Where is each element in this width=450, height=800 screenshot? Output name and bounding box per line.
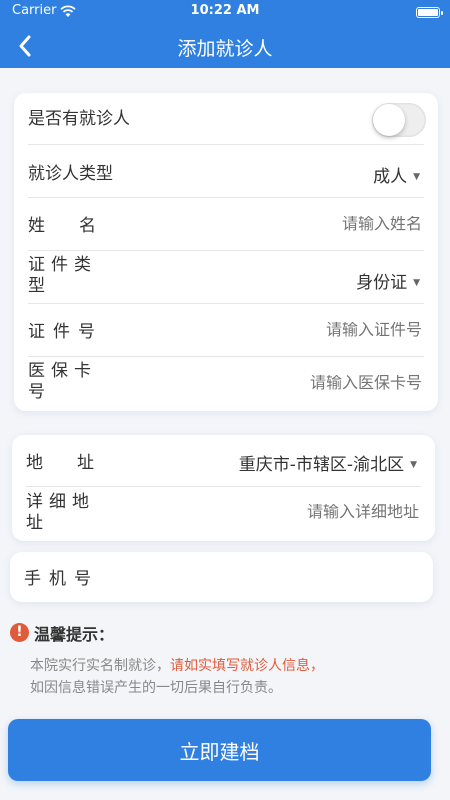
status-time: 10:22 AM (190, 3, 260, 18)
insurance-card-label: 医保卡号 (28, 361, 97, 402)
battery-icon (416, 7, 443, 18)
tips-text-prefix: 本院实行实名制就诊， (30, 658, 170, 674)
address-card: 地址 重庆市-市辖区-渝北区 ▼ 详细地址 (12, 435, 435, 541)
phone-card: 手机号 (10, 552, 433, 602)
battery-fill (418, 9, 438, 16)
id-type-row[interactable]: 证件类型 身份证 ▼ (14, 251, 438, 304)
address-detail-row: 详细地址 (12, 487, 435, 541)
name-label: 姓名 (28, 216, 130, 236)
id-number-label: 证件号 (28, 322, 103, 342)
address-detail-label: 详细地址 (26, 492, 95, 533)
tips-text-highlight: 请如实填写就诊人信息， (170, 658, 324, 674)
page-title: 添加就诊人 (177, 38, 273, 60)
phone-label: 手机号 (24, 569, 99, 589)
dropdown-caret-icon: ▼ (413, 278, 420, 288)
address-select[interactable]: 重庆市-市辖区-渝北区 ▼ (239, 450, 417, 475)
tips-text-suffix: 如因信息错误产生的一切后果自行负责。 (30, 680, 282, 696)
warning-icon: ! (10, 623, 29, 642)
tips-body: 本院实行实名制就诊，请如实填写就诊人信息， 如因信息错误产生的一切后果自行负责。 (30, 655, 430, 699)
has-patient-toggle[interactable] (372, 103, 426, 137)
status-bar: Carrier 10:22 AM (0, 0, 450, 24)
patient-info-card: 是否有就诊人 就诊人类型 成人 ▼ 姓名 证件类型 身份证 ▼ 证件号 医保卡号 (14, 93, 438, 411)
has-patient-row: 是否有就诊人 (14, 93, 438, 145)
name-row: 姓名 (14, 198, 438, 251)
nav-bar: 添加就诊人 (0, 24, 450, 68)
create-record-button[interactable]: 立即建档 (8, 719, 431, 781)
id-number-input[interactable] (222, 322, 422, 340)
name-input[interactable] (222, 216, 422, 234)
has-patient-label: 是否有就诊人 (28, 109, 130, 129)
id-type-select[interactable]: 身份证 ▼ (356, 268, 420, 293)
id-type-label: 证件类型 (28, 255, 97, 296)
patient-type-value: 成人 (373, 167, 408, 187)
patient-type-select[interactable]: 成人 ▼ (373, 162, 420, 187)
id-number-row: 证件号 (14, 304, 438, 357)
patient-type-label: 就诊人类型 (28, 164, 113, 184)
address-value: 重庆市-市辖区-渝北区 (238, 455, 405, 475)
toggle-knob (373, 104, 405, 136)
phone-input[interactable] (157, 566, 417, 584)
id-type-value: 身份证 (356, 273, 408, 293)
address-row[interactable]: 地址 重庆市-市辖区-渝北区 ▼ (12, 435, 435, 487)
patient-type-row[interactable]: 就诊人类型 成人 ▼ (14, 145, 438, 198)
dropdown-caret-icon: ▼ (410, 460, 417, 470)
tips-title-text: 温馨提示： (34, 625, 115, 644)
insurance-card-row: 医保卡号 (14, 357, 438, 411)
dropdown-caret-icon: ▼ (413, 172, 420, 182)
insurance-card-input[interactable] (202, 375, 422, 393)
address-label: 地址 (26, 453, 128, 473)
address-detail-input[interactable] (199, 504, 419, 522)
